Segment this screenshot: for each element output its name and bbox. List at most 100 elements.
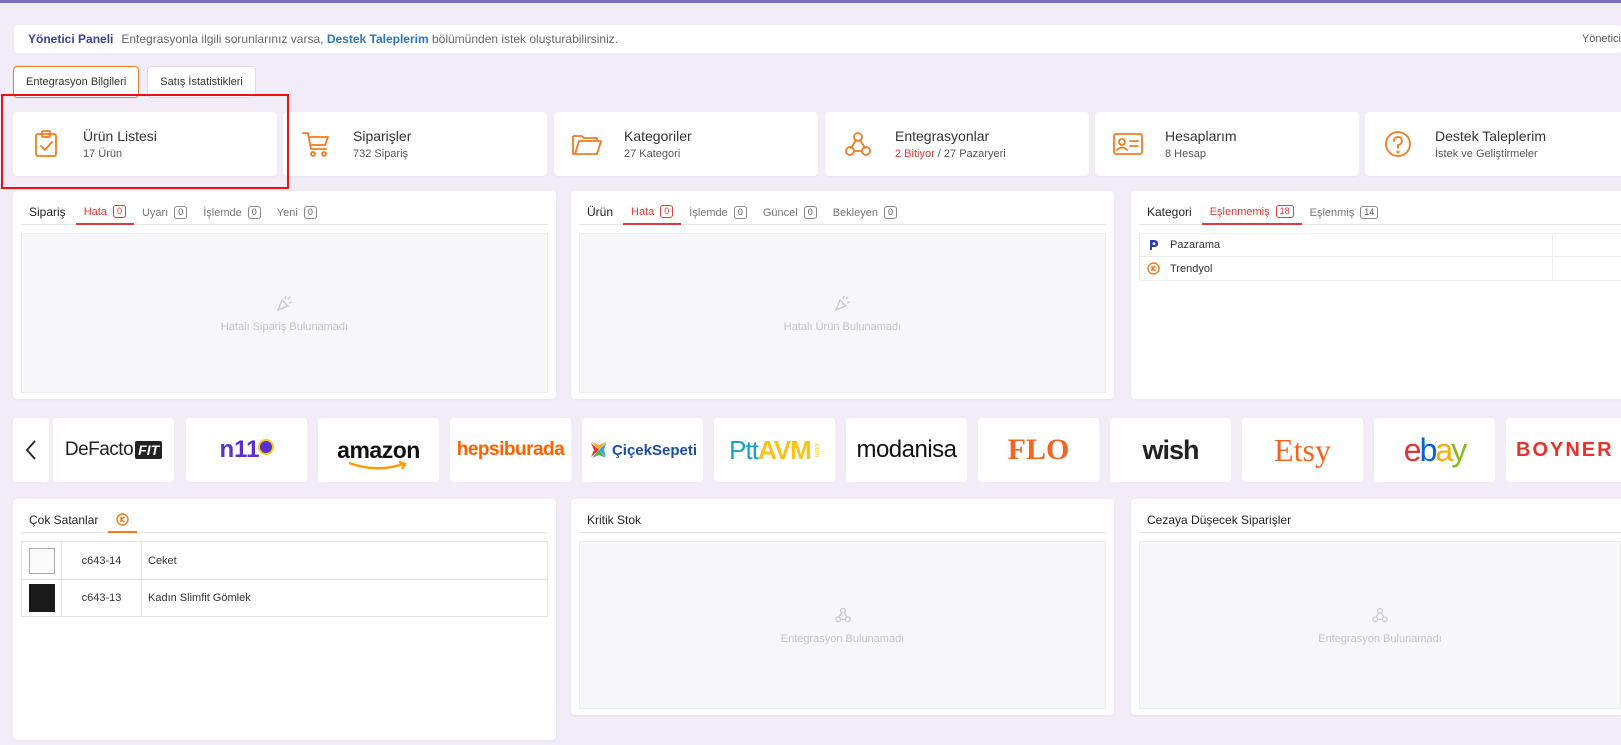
card-subtitle: İstek ve Geliştirmeler [1435, 148, 1538, 160]
marketplace-name: Trendyol [1170, 262, 1213, 275]
products-panel-title: Ürün [587, 205, 614, 219]
tab-order-errors[interactable]: Hata 0 [75, 205, 134, 225]
logo-flo[interactable]: FLO [978, 418, 1099, 482]
table-row[interactable]: c643-14 Ceket [22, 542, 547, 579]
logo-modanisa[interactable]: modanisa [846, 418, 967, 482]
tab-product-errors[interactable]: Hata 0 [623, 205, 682, 225]
broken-image-icon [28, 547, 55, 574]
card-title: Hesaplarım [1165, 128, 1237, 144]
penalty-orders-panel: Cezaya Düşecek Siparişler Entegrasyon Bu… [1131, 499, 1621, 715]
list-item[interactable]: Pazarama [1139, 233, 1621, 257]
products-empty-state: Hatalı Ürün Bulunamadı [579, 233, 1106, 393]
critical-stock-panel: Kritik Stok Entegrasyon Bulunamadı [571, 499, 1114, 715]
penalty-orders-empty-state: Entegrasyon Bulunamadı [1139, 541, 1621, 709]
tab-trendyol[interactable] [108, 513, 138, 533]
marketplace-carousel: DeFacto FIT n11 amazon hepsiburada ÇiçekS… [13, 418, 1621, 482]
critical-stock-title: Kritik Stok [587, 513, 642, 527]
ciceksepeti-flower-icon [590, 442, 606, 458]
products-empty-text: Hatalı Ürün Bulunamadı [783, 320, 902, 333]
tab-order-processing[interactable]: İşlemde 0 [195, 206, 269, 224]
logo-etsy[interactable]: Etsy [1242, 418, 1363, 482]
card-integrations[interactable]: Entegrasyonlar 2 Bitiyor / 27 Pazaryeri [825, 112, 1089, 176]
logo-ebay[interactable]: ebay [1374, 418, 1495, 482]
logo-wish[interactable]: wish [1110, 418, 1231, 482]
card-subtitle: 27 Kategori [624, 148, 681, 160]
logo-boyner[interactable]: BOYNER [1506, 418, 1621, 482]
expiring-count: 2 Bitiyor [895, 148, 935, 160]
webhook-icon [834, 606, 852, 627]
orders-panel-title: Sipariş [29, 205, 66, 219]
card-title: Kategoriler [624, 128, 692, 144]
support-link[interactable]: Destek Taleplerim [327, 32, 429, 46]
tab-product-processing[interactable]: İşlemde 0 [681, 206, 755, 224]
webhook-icon [841, 127, 875, 161]
card-title: Siparişler [353, 128, 412, 144]
best-sellers-tabs: Çok Satanlar [21, 513, 548, 533]
card-subtitle: 8 Hesap [1165, 148, 1206, 160]
logo-defacto[interactable]: DeFacto FIT [53, 418, 174, 482]
party-popper-icon [834, 294, 852, 315]
info-message-after: bölümünden istek oluşturabilirsiniz. [431, 32, 619, 46]
product-image [22, 580, 62, 616]
category-marketplace-list: Pazarama Trendyol [1139, 233, 1621, 281]
tab-order-warnings[interactable]: Uyarı 0 [134, 206, 195, 224]
id-card-icon [1111, 127, 1145, 161]
list-item[interactable]: Trendyol [1139, 257, 1621, 281]
penalty-orders-title: Cezaya Düşecek Siparişler [1147, 513, 1292, 527]
carousel-prev-button[interactable] [13, 418, 49, 482]
tab-matched[interactable]: Eşlenmiş 14 [1302, 206, 1387, 224]
tab-order-new[interactable]: Yeni 0 [269, 206, 325, 224]
card-title: Entegrasyonlar [895, 128, 990, 144]
logo-pttavm[interactable]: Ptt AVM .com [714, 418, 835, 482]
marketplace-name: Pazarama [1170, 239, 1221, 251]
card-orders[interactable]: Siparişler 732 Sipariş [283, 112, 547, 176]
marketplace-count: / 27 Pazaryeri [934, 148, 1006, 160]
critical-stock-header: Kritik Stok [579, 513, 1106, 533]
user-role-label[interactable]: Yönetici [1582, 33, 1621, 45]
orders-empty-state: Hatalı Sipariş Bulunamadı [21, 233, 548, 393]
card-subtitle: 732 Sipariş [353, 148, 409, 160]
tab-product-pending[interactable]: Bekleyen 0 [825, 206, 905, 224]
critical-stock-empty-state: Entegrasyon Bulunamadı [579, 541, 1106, 709]
table-row[interactable]: c643-13 Kadın Slimfit Gömlek [22, 579, 547, 616]
product-image [22, 542, 62, 579]
amazon-smile-icon [348, 460, 407, 470]
logo-hepsiburada[interactable]: hepsiburada [450, 418, 571, 482]
categories-panel: Kategori Eşlenmemiş 18 Eşlenmiş 14 Pazaram… [1131, 191, 1621, 399]
logo-n11[interactable]: n11 [186, 418, 307, 482]
product-name: Kadın Slimfit Gömlek [148, 592, 251, 604]
categories-panel-title: Kategori [1147, 205, 1192, 219]
orders-empty-text: Hatalı Sipariş Bulunamadı [220, 320, 349, 333]
pazarama-logo-icon [1146, 238, 1160, 252]
webhook-icon [1371, 606, 1389, 627]
products-panel: Ürün Hata 0 İşlemde 0 Güncel 0 Bekleyen 0 Ha… [571, 191, 1114, 399]
tab-unmatched[interactable]: Eşlenmemiş 18 [1201, 205, 1302, 225]
card-title: Destek Taleplerim [1435, 128, 1547, 144]
best-sellers-panel: Çok Satanlar c643-14 Ceket c643-13 Kadın… [13, 499, 556, 740]
product-name: Ceket [148, 554, 177, 567]
categories-tabs: Kategori Eşlenmemiş 18 Eşlenmiş 14 [1139, 205, 1621, 225]
logo-ciceksepeti[interactable]: ÇiçekSepeti [582, 418, 703, 482]
card-accounts[interactable]: Hesaplarım 8 Hesap [1095, 112, 1359, 176]
card-categories[interactable]: Kategoriler 27 Kategori [554, 112, 818, 176]
folder-icon [570, 127, 604, 161]
product-code: c643-14 [62, 542, 142, 579]
trendyol-logo-icon [1146, 262, 1160, 276]
penalty-orders-empty-text: Entegrasyon Bulunamadı [1318, 632, 1442, 645]
penalty-orders-header: Cezaya Düşecek Siparişler [1139, 513, 1621, 533]
orders-tabs: Sipariş Hata 0 Uyarı 0 İşlemde 0 Yeni 0 [21, 205, 548, 225]
best-sellers-title: Çok Satanlar [29, 513, 99, 527]
logo-amazon[interactable]: amazon [318, 418, 439, 482]
highlight-box [1, 94, 289, 189]
card-support[interactable]: Destek Taleplerim İstek ve Geliştirmeler [1365, 112, 1621, 176]
cart-icon [299, 127, 333, 161]
question-icon [1381, 127, 1415, 161]
product-code: c643-13 [62, 580, 142, 616]
party-popper-icon [276, 294, 294, 315]
info-message-before: Entegrasyonla ilgili sorunlarınız varsa, [121, 32, 324, 46]
orders-panel: Sipariş Hata 0 Uyarı 0 İşlemde 0 Yeni 0 Hata… [13, 191, 556, 399]
tab-product-current[interactable]: Güncel 0 [755, 206, 825, 224]
page-title: Yönetici Paneli [28, 32, 114, 46]
product-thumbnail [28, 584, 55, 612]
n11-badge-icon [257, 439, 274, 455]
